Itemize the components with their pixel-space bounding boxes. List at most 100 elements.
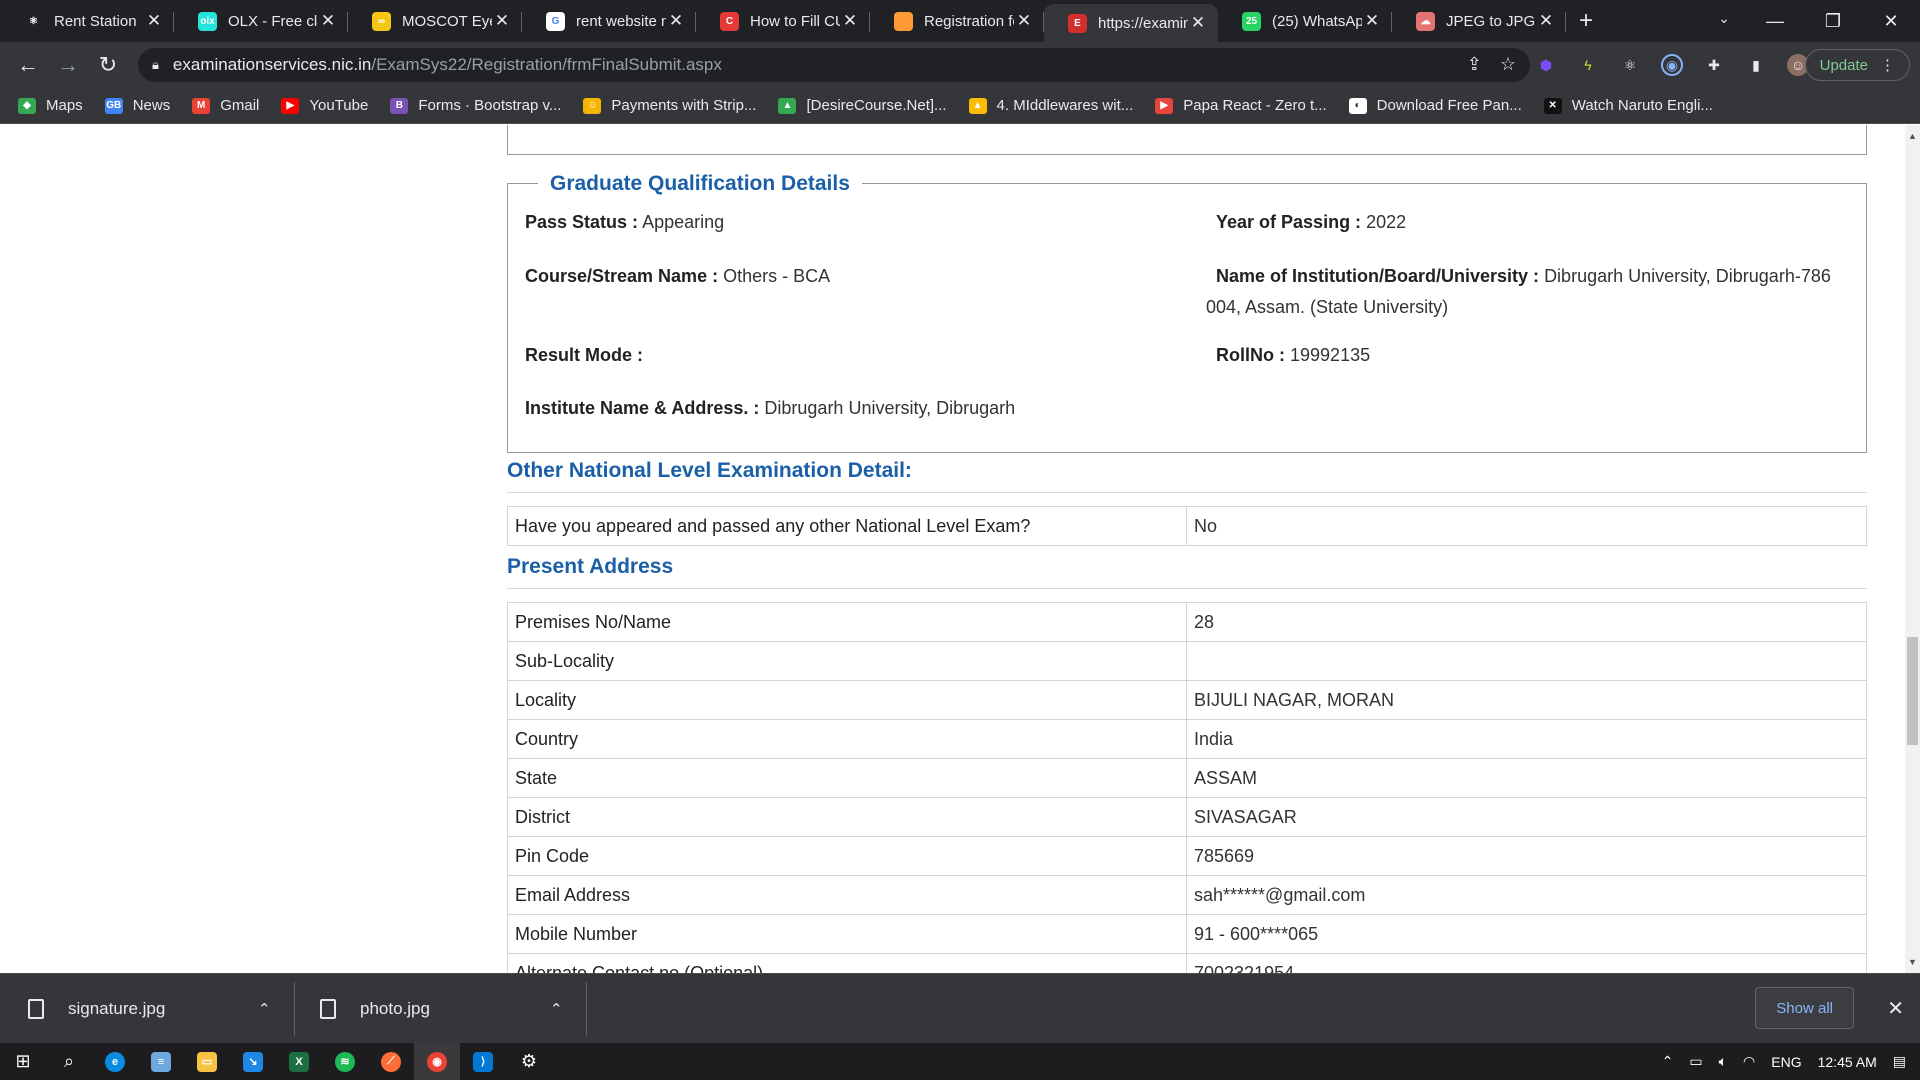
extension-hexagon-icon[interactable]: ⬢ (1535, 54, 1557, 76)
extension-react-icon[interactable]: ⚛ (1619, 54, 1641, 76)
tab-close-icon[interactable]: ✕ (144, 11, 164, 31)
year-of-passing-value: 2022 (1366, 212, 1407, 232)
bookmark-item[interactable]: B Forms · Bootstrap v... (390, 97, 561, 114)
lock-icon[interactable]: 🔒︎ (152, 57, 159, 73)
vscode-icon[interactable]: ⟩ (460, 1043, 506, 1080)
bookmark-item[interactable]: ☺ Payments with Strip... (583, 97, 756, 114)
side-panel-icon[interactable]: ▮ (1745, 54, 1767, 76)
scroll-up-arrow-icon[interactable]: ▲ (1908, 131, 1917, 141)
tab-favicon-icon: 25 (1242, 11, 1261, 31)
browser-tab[interactable]: Ehttps://examin ✕ (1044, 4, 1218, 42)
other-exam-divider (507, 492, 1867, 493)
show-all-button[interactable]: Show all (1755, 987, 1854, 1029)
minimize-icon[interactable]: — (1746, 11, 1804, 32)
scrollbar-thumb[interactable] (1907, 637, 1918, 745)
extension-circle-icon[interactable]: ◉ (1661, 54, 1683, 76)
tab-close-icon[interactable]: ✕ (1362, 11, 1382, 31)
windows-start-icon[interactable]: ⊞ (0, 1043, 46, 1080)
bookmark-item[interactable]: ▲ 4. MIddlewares wit... (968, 97, 1133, 114)
bookmark-item[interactable]: ◆ Maps (18, 97, 83, 114)
other-exam-answer: No (1186, 506, 1867, 546)
tool-app-icon[interactable]: ↘ (230, 1043, 276, 1080)
tab-close-icon[interactable]: ✕ (1188, 13, 1208, 33)
bookmarks-bar: ◆ Maps GB News M Gmail ▶ YouTube B Forms · Bootst… (0, 88, 1920, 124)
chrome-icon[interactable]: ◉ (414, 1043, 460, 1080)
address-field-value: ASSAM (1186, 758, 1867, 798)
tab-favicon-icon: ∞ (372, 11, 391, 31)
bookmark-item[interactable]: GB News (104, 97, 170, 114)
download-separator (294, 982, 295, 1036)
forward-icon[interactable]: → (48, 52, 88, 78)
share-icon[interactable]: ⇪ (1467, 54, 1482, 75)
settings-gear-icon[interactable]: ⚙ (506, 1043, 552, 1080)
file-explorer-icon[interactable]: ▭ (184, 1043, 230, 1080)
course-value: Others - BCA (723, 266, 831, 286)
kebab-menu-icon[interactable]: ⋮ (1880, 56, 1895, 74)
search-icon[interactable]: ⌕ (46, 1043, 92, 1080)
browser-tab[interactable]: olx OLX - Free cla ✕ (174, 0, 348, 42)
address-field-label: Country (507, 719, 1187, 759)
tab-close-icon[interactable]: ✕ (840, 11, 860, 31)
tab-search-icon[interactable]: ⌄ (1718, 10, 1730, 27)
extension-lightning-icon[interactable]: ϟ (1577, 54, 1599, 76)
notepad-icon[interactable]: ≡ (138, 1043, 184, 1080)
new-tab-button[interactable]: + (1566, 7, 1606, 35)
institute-address-label: Institute Name & Address. : (525, 398, 760, 418)
tab-close-icon[interactable]: ✕ (666, 11, 686, 31)
wifi-icon[interactable]: ◠ (1743, 1053, 1755, 1070)
spotify-icon[interactable]: ≋ (322, 1043, 368, 1080)
tray-chevron-up-icon[interactable]: ⌃ (1662, 1053, 1674, 1070)
address-field-label: State (507, 758, 1187, 798)
browser-tab[interactable]: ⚛ Rent Station ✕ (0, 0, 174, 42)
scroll-down-arrow-icon[interactable]: ▼ (1908, 957, 1917, 967)
language-indicator[interactable]: ENG (1771, 1054, 1801, 1070)
bookmark-item[interactable]: ▶ Papa React - Zero t... (1155, 97, 1327, 114)
close-window-icon[interactable]: ✕ (1862, 11, 1920, 32)
page-scrollbar[interactable]: ▲ ▼ (1905, 125, 1920, 973)
browser-toolbar: ← → ↻ 🔒︎ examinationservices.nic.in/Exam… (0, 42, 1920, 88)
bookmark-item[interactable]: ▶ YouTube (281, 97, 368, 114)
extensions-puzzle-icon[interactable]: ✚ (1703, 54, 1725, 76)
address-bar[interactable]: 🔒︎ examinationservices.nic.in/ExamSys22/… (138, 48, 1530, 82)
volume-icon[interactable]: 🔈︎ (1719, 1053, 1727, 1070)
postman-icon[interactable]: ⟋ (368, 1043, 414, 1080)
restore-icon[interactable]: ❐ (1804, 11, 1862, 32)
tab-close-icon[interactable]: ✕ (1014, 11, 1034, 31)
battery-icon[interactable]: ▭ (1689, 1053, 1702, 1070)
browser-tab[interactable]: ☁ JPEG to JPG | ✕ (1392, 0, 1566, 42)
browser-tab[interactable]: 25 (25) WhatsAp ✕ (1218, 0, 1392, 42)
pass-status-field: Pass Status : Appearing (525, 207, 724, 238)
browser-tab[interactable]: Registration fc ✕ (870, 0, 1044, 42)
browser-tab[interactable]: Grent website n ✕ (522, 0, 696, 42)
tab-favicon-icon: E (1068, 13, 1087, 33)
bookmark-item[interactable]: ▲ [DesireCourse.Net]... (778, 97, 947, 114)
tab-close-icon[interactable]: ✕ (492, 11, 512, 31)
present-address-divider (507, 588, 1867, 589)
browser-tab[interactable]: ∞ MOSCOT Eyew✕ (348, 0, 522, 42)
excel-icon[interactable]: X (276, 1043, 322, 1080)
download-item-signature[interactable]: signature.jpg ⌃ (28, 974, 271, 1044)
tab-close-icon[interactable]: ✕ (318, 11, 338, 31)
notification-icon[interactable]: ▤ (1893, 1053, 1906, 1070)
clock[interactable]: 12:45 AM (1818, 1054, 1877, 1070)
page-viewport: Graduate Qualification Details Pass Stat… (0, 125, 1905, 973)
download-item-photo[interactable]: photo.jpg ⌃ (320, 974, 563, 1044)
back-icon[interactable]: ← (8, 52, 48, 78)
reload-icon[interactable]: ↻ (88, 52, 128, 78)
tab-title: rent website n (576, 12, 666, 30)
bookmark-item[interactable]: ◐ Download Free Pan... (1348, 97, 1522, 114)
tab-close-icon[interactable]: ✕ (1536, 11, 1556, 31)
edge-icon[interactable]: e (92, 1043, 138, 1080)
chevron-up-icon[interactable]: ⌃ (258, 1000, 271, 1018)
update-button[interactable]: Update ⋮ (1804, 49, 1910, 81)
browser-tab[interactable]: C How to Fill CU ✕ (696, 0, 870, 42)
url-path: /ExamSys22/Registration/frmFinalSubmit.a… (371, 55, 722, 74)
download-separator (586, 982, 587, 1036)
institute-address-field: Institute Name & Address. : Dibrugarh Un… (525, 393, 1015, 424)
year-of-passing-label: Year of Passing : (1216, 212, 1362, 232)
chevron-up-icon[interactable]: ⌃ (550, 1000, 563, 1018)
close-download-bar-icon[interactable]: ✕ (1887, 996, 1904, 1021)
bookmark-item[interactable]: ✕ Watch Naruto Engli... (1543, 97, 1713, 114)
bookmark-item[interactable]: M Gmail (192, 97, 259, 114)
bookmark-star-icon[interactable]: ☆ (1500, 54, 1516, 75)
